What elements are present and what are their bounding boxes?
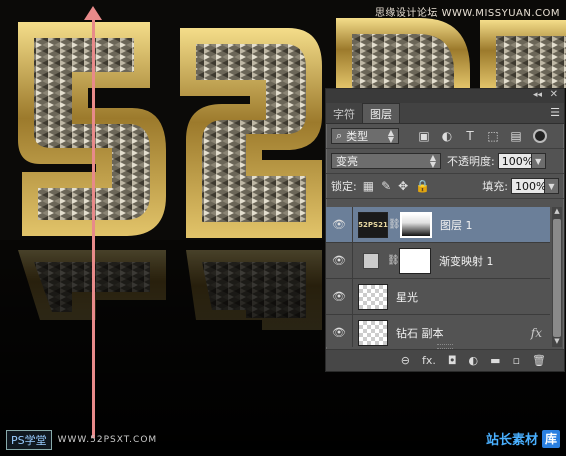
layer-name: 星光 <box>396 290 418 304</box>
layers-panel: ◂◂ ✕ 字符 图层 ☰ ⌕ 类型 ▲ ▼ ▣ ◐ T ⬚ ▤ 变亮 ▲ ▼ 不透明… <box>325 88 565 372</box>
scroll-down-icon[interactable]: ▼ <box>552 337 562 347</box>
eye-icon: 👁 <box>332 326 346 339</box>
add-mask-icon[interactable]: ◘ <box>448 354 457 367</box>
watermark-badge: PS学堂 <box>6 430 52 450</box>
eye-icon: 👁 <box>332 218 346 231</box>
layer-row[interactable]: 👁 星光 <box>326 279 550 315</box>
layer-row[interactable]: 👁 ⛓ 渐变映射 1 <box>326 243 550 279</box>
collapse-panel-icon[interactable]: ◂◂ <box>533 90 542 100</box>
type-filter-icon[interactable]: T <box>463 129 477 143</box>
guide-line[interactable] <box>92 10 95 438</box>
filter-icons: ▣ ◐ T ⬚ ▤ <box>417 129 523 143</box>
layer-mask-thumbnail[interactable] <box>400 211 432 238</box>
lock-all-icon[interactable]: 🔒 <box>415 179 430 193</box>
watermark-bottom-left: PS学堂 WWW.52PSXT.COM <box>6 430 157 450</box>
watermark-top: 思缘设计论坛 WWW.MISSYUAN.COM <box>374 8 560 19</box>
filter-toggle-switch[interactable] <box>533 129 547 143</box>
tab-layers[interactable]: 图层 <box>362 103 400 123</box>
layer-name: 渐变映射 1 <box>439 254 494 268</box>
layer-row[interactable]: 👁 钻石 副本 fx <box>326 315 550 347</box>
watermark-url: WWW.52PSXT.COM <box>57 435 158 445</box>
panel-tabs: 字符 图层 ☰ <box>326 103 564 124</box>
link-layers-icon[interactable]: ⊖ <box>401 354 410 367</box>
layer-mask-thumbnail[interactable] <box>399 247 431 274</box>
guide-arrow-icon <box>84 6 102 20</box>
visibility-toggle[interactable]: 👁 <box>326 279 353 314</box>
layers-bottom-toolbar: ⊖ fx. ◘ ◐ ▬ ▫ 🗑 <box>326 349 564 371</box>
layer-thumbnail <box>358 283 388 310</box>
glyph-2 <box>180 28 322 238</box>
image-filter-icon[interactable]: ▣ <box>417 129 431 143</box>
tab-character[interactable]: 字符 <box>326 104 362 123</box>
eye-icon: 👁 <box>332 290 346 303</box>
layer-effects-icon[interactable]: fx <box>531 326 542 340</box>
adjustment-filter-icon[interactable]: ◐ <box>440 129 454 143</box>
layer-row[interactable]: 👁 52PS21 ⛓ 图层 1 <box>326 207 550 243</box>
new-group-icon[interactable]: ▬ <box>490 354 500 367</box>
fx-icon[interactable]: fx. <box>422 354 436 367</box>
visibility-toggle[interactable]: 👁 <box>326 315 353 347</box>
layer-name: 图层 1 <box>440 218 473 232</box>
opacity-dropdown-icon[interactable]: ▼ <box>531 153 546 169</box>
panel-title-bar[interactable]: ◂◂ ✕ <box>326 89 564 103</box>
filter-kind-select[interactable]: ⌕ 类型 ▲ ▼ <box>331 128 399 144</box>
visibility-toggle[interactable]: 👁 <box>326 207 353 242</box>
layers-scrollbar[interactable]: ▲ ▼ <box>552 207 562 347</box>
chevron-updown-icon: ▲ ▼ <box>387 128 394 144</box>
watermark-logo-icon: 库 <box>542 429 560 448</box>
fill-dropdown-icon[interactable]: ▼ <box>545 178 559 194</box>
watermark-brand: 站长素材 <box>485 433 538 448</box>
adjustment-layer-thumbnail <box>363 252 379 269</box>
new-layer-icon[interactable]: ▫ <box>513 354 520 367</box>
lock-row: 锁定: ▦ ✎ ✥ 🔒 填充: 100% ▼ <box>326 174 564 199</box>
lock-transparent-icon[interactable]: ▦ <box>363 179 374 193</box>
fill-input[interactable]: 100% <box>511 178 546 194</box>
opacity-input[interactable]: 100% <box>497 153 533 169</box>
opacity-label: 不透明度: <box>447 155 495 168</box>
eye-icon: 👁 <box>332 254 346 267</box>
scrollbar-thumb[interactable] <box>553 219 561 337</box>
fill-label: 填充: <box>482 180 508 193</box>
lock-label: 锁定: <box>331 180 357 193</box>
chain-link-icon[interactable]: ⛓ <box>388 219 401 230</box>
lock-image-icon[interactable]: ✎ <box>381 179 391 193</box>
layer-thumbnail: 52PS21 <box>358 211 388 238</box>
lock-icons: ▦ ✎ ✥ 🔒 <box>363 179 430 193</box>
chevron-updown-icon: ▲ ▼ <box>429 153 436 169</box>
close-panel-icon[interactable]: ✕ <box>550 89 558 100</box>
filter-row: ⌕ 类型 ▲ ▼ ▣ ◐ T ⬚ ▤ <box>326 124 564 149</box>
lock-position-icon[interactable]: ✥ <box>398 179 408 193</box>
search-icon: ⌕ <box>336 129 343 142</box>
panel-menu-icon[interactable]: ☰ <box>550 106 560 119</box>
delete-layer-icon[interactable]: 🗑 <box>532 354 546 367</box>
visibility-toggle[interactable]: 👁 <box>326 243 353 278</box>
layer-thumbnail <box>358 319 388 346</box>
chain-link-icon[interactable]: ⛓ <box>387 255 400 266</box>
shape-filter-icon[interactable]: ⬚ <box>486 129 500 143</box>
smart-object-filter-icon[interactable]: ▤ <box>509 129 523 143</box>
blend-mode-value: 变亮 <box>336 155 358 168</box>
layers-list: 👁 52PS21 ⛓ 图层 1 👁 ⛓ 渐变映射 1 👁 星光 👁 钻石 副本 … <box>326 207 550 347</box>
adjustment-layer-icon[interactable]: ◐ <box>469 354 479 367</box>
watermark-bottom-right: 站长素材 库 <box>486 429 560 448</box>
scroll-up-icon[interactable]: ▲ <box>552 207 562 217</box>
layer-name: 钻石 副本 <box>396 326 444 340</box>
blend-row: 变亮 ▲ ▼ 不透明度: 100% ▼ <box>326 149 564 174</box>
filter-kind-label: 类型 <box>346 130 369 143</box>
blend-mode-select[interactable]: 变亮 ▲ ▼ <box>331 153 441 169</box>
